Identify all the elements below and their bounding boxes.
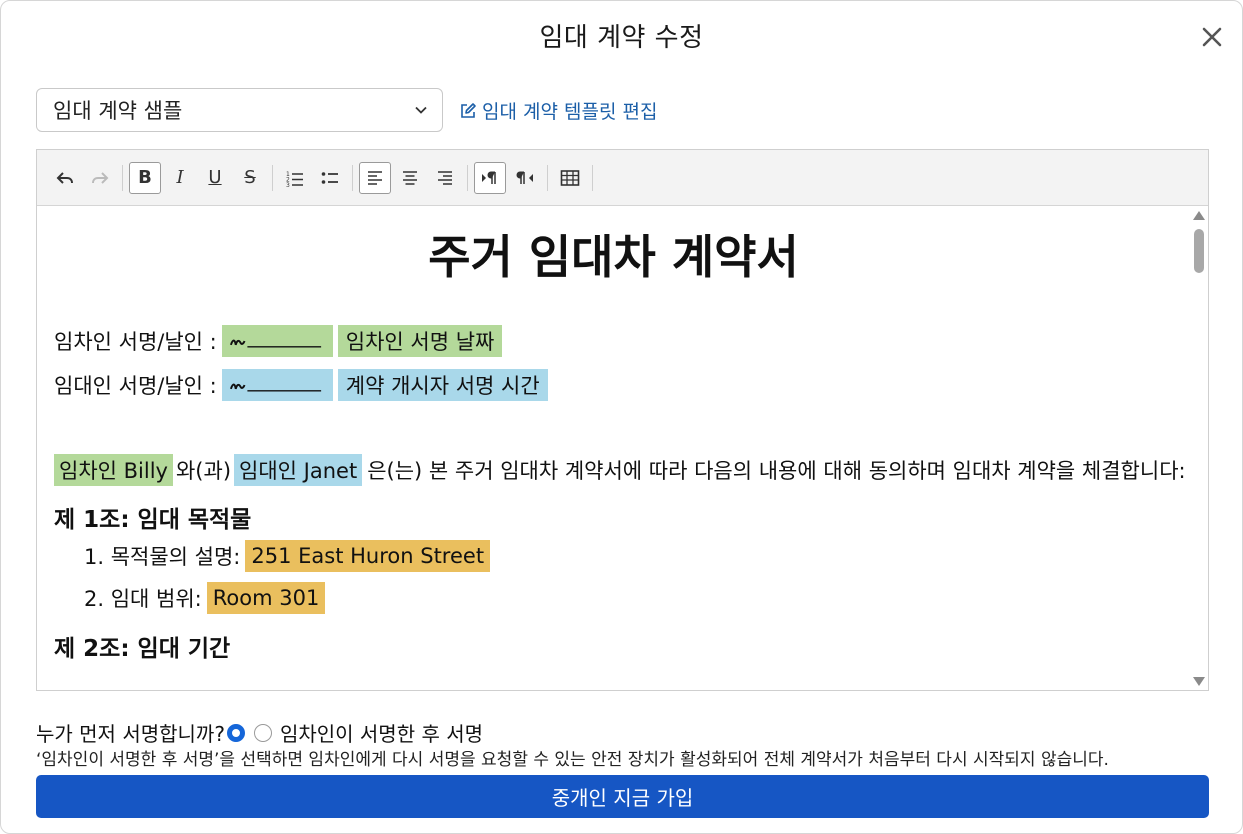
intro-line: 임차인 Billy 와(과) 임대인 Janet 은(는) 본 주거 임대차 계… [54,454,1186,486]
tenant-signature-date-field[interactable]: 임차인 서명 날짜 [337,325,503,357]
chevron-down-icon [415,106,427,114]
align-right-icon[interactable] [429,162,461,194]
signing-order-question: 누가 먼저 서명합니까? [36,722,225,746]
bullet-list-icon[interactable] [314,162,346,194]
signing-help-text: ‘임차인이 서명한 후 서명’을 선택하면 임차인에게 다시 서명을 요청할 수… [36,750,1109,770]
edit-lease-modal: 임대 계약 수정 임대 계약 샘플 임대 계약 템플릿 편집 B I U S 1… [0,0,1243,834]
toolbar-divider [547,164,548,191]
landlord-signature-line: 임대인 서명/날인 : 계약 개시자 서명 시간 [54,369,548,401]
editor-content[interactable]: 주거 임대차 계약서 임차인 서명/날인 : 임차인 서명 날짜 임대인 서명/… [37,207,1190,690]
edit-template-link[interactable]: 임대 계약 템플릿 편집 [459,97,657,124]
signature-icon [229,339,321,348]
template-select[interactable]: 임대 계약 샘플 [36,88,443,132]
edit-template-link-label: 임대 계약 템플릿 편집 [482,101,658,123]
tenant-signature-line: 임차인 서명/날인 : 임차인 서명 날짜 [54,325,503,357]
document-title: 주거 임대차 계약서 [428,230,799,284]
list-item: 1. 목적물의 설명: 251 East Huron Street [84,540,491,572]
signing-order-row: 누가 먼저 서명합니까? 임차인이 서명한 후 서명 [36,718,483,747]
align-left-icon[interactable] [359,161,391,194]
landlord-signature-time-field[interactable]: 계약 개시자 서명 시간 [337,369,548,401]
and-text: 와(과) [175,459,232,483]
article-2-heading: 제 2조: 임대 기간 [54,636,231,662]
lease-scope-field[interactable]: Room 301 [206,582,326,614]
tenant-signature-field[interactable] [221,325,333,357]
template-select-value: 임대 계약 샘플 [53,99,183,123]
toolbar-divider [272,164,273,191]
landlord-signature-field[interactable] [221,369,333,401]
scroll-down-icon[interactable] [1193,677,1205,686]
italic-icon[interactable]: I [164,162,196,194]
signing-order-radio-after-tenant[interactable] [253,723,272,742]
bold-icon[interactable]: B [129,161,161,194]
agent-signup-button[interactable]: 중개인 지금 가입 [36,775,1209,818]
rtl-icon[interactable] [509,162,541,194]
toolbar-divider [467,164,468,191]
toolbar-divider [352,164,353,191]
ordered-list-icon[interactable]: 123 [279,162,311,194]
article-1-heading: 제 1조: 임대 목적물 [54,507,252,533]
redo-icon[interactable] [84,162,116,194]
landlord-signature-label: 임대인 서명/날인 : [54,374,217,398]
svg-text:3: 3 [286,182,290,188]
align-center-icon[interactable] [394,162,426,194]
underline-icon[interactable]: U [199,162,231,194]
edit-icon [461,102,476,118]
strikethrough-icon[interactable]: S [234,162,266,194]
rich-text-editor: B I U S 123 주거 임대차 계약서 임차인 서명/날인: 임차인 서… [36,149,1209,691]
scroll-up-icon[interactable] [1193,211,1205,220]
close-icon[interactable] [1198,23,1226,51]
toolbar-divider [592,164,593,191]
property-description-field[interactable]: 251 East Huron Street [245,540,491,572]
landlord-name-tag[interactable]: 임대인 Janet [234,454,363,486]
table-icon[interactable] [554,162,586,194]
undo-icon[interactable] [49,162,81,194]
scroll-thumb[interactable] [1194,229,1204,273]
editor-toolbar: B I U S 123 [37,150,1208,206]
toolbar-divider [122,164,123,191]
signing-order-radio-default[interactable] [226,723,245,742]
item2-label: 2. 임대 범위: [84,587,202,611]
list-item: 2. 임대 범위: Room 301 [84,582,326,614]
modal-title: 임대 계약 수정 [539,23,704,53]
ltr-icon[interactable] [474,161,506,194]
signing-order-option-label: 임차인이 서명한 후 서명 [279,722,484,746]
item1-label: 1. 목적물의 설명: [84,545,241,569]
tenant-name-tag[interactable]: 임차인 Billy [54,454,173,486]
signature-icon [229,383,321,392]
editor-scrollbar[interactable] [1190,207,1208,690]
tenant-signature-label: 임차인 서명/날인 : [54,330,217,354]
intro-text: 은(는) 본 주거 임대차 계약서에 따라 다음의 내용에 대해 동의하며 임대… [367,459,1186,483]
